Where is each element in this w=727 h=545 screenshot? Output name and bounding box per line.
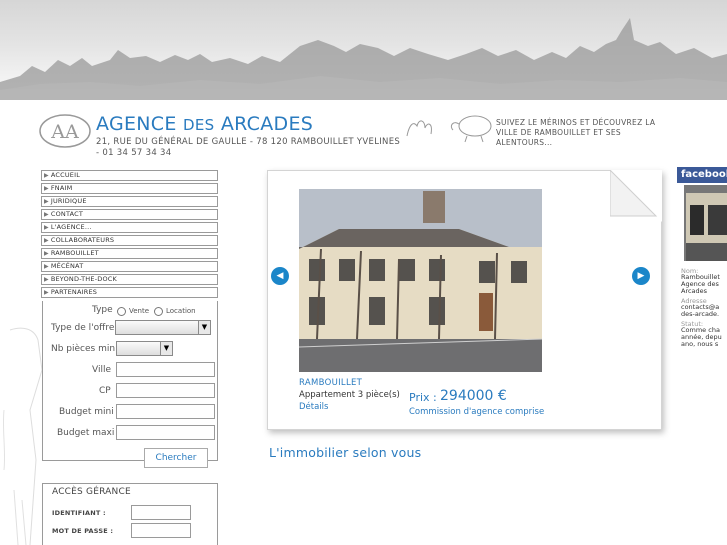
identifiant-input[interactable] [131,505,191,520]
menu-item-beyond-the-dock[interactable]: ▶ BEYOND-THE-DOCK [41,274,218,285]
merinos-link-text[interactable]: SUIVEZ LE MÉRINOS ET DÉCOUVREZ LA VILLE … [496,118,666,148]
facebook-profile-picture[interactable] [684,185,727,261]
cp-input[interactable] [116,383,215,398]
type-label: Type [92,305,113,315]
menu-arrow-icon: ▶ [44,172,49,179]
menu-arrow-icon: ▶ [44,185,49,192]
radio-vente[interactable] [117,307,126,316]
offer-type-select[interactable]: ▼ [115,320,211,335]
menu-arrow-icon: ▶ [44,250,49,257]
menu-arrow-icon: ▶ [44,263,49,270]
radio-vente-label: Vente [129,307,150,315]
budget-max-input[interactable] [116,425,215,440]
prev-arrow-icon[interactable]: ◀ [271,267,289,285]
merinos-sheep-icon [406,115,492,143]
facebook-header: facebook [677,167,727,183]
page-fold-icon [610,170,662,222]
svg-text:AA: AA [50,121,79,143]
budget-min-input[interactable] [116,404,215,419]
menu-item-juridique[interactable]: ▶ JURIDIQUE [41,196,218,207]
next-arrow-icon[interactable]: ▶ [632,267,650,285]
details-link[interactable]: Détails [299,402,328,412]
password-label: MOT DE PASSE : [52,527,114,535]
radio-location-label: Location [166,307,196,315]
budget-min-label: Budget mini [59,407,114,417]
featured-property-card: ◀ ▶ RAMBOUILLET Appartement 3 pièce(s) D… [267,170,662,430]
agency-address: 21, RUE DU GÉNÉRAL DE GAULLE - 78 120 RA… [96,137,401,158]
menu-arrow-icon: ▶ [44,224,49,231]
property-photo[interactable] [299,189,542,372]
property-city: RAMBOUILLET [299,378,363,388]
radio-location[interactable] [154,307,163,316]
arcades-logo-icon: AA [39,114,91,148]
menu-item-accueil[interactable]: ▶ ACCUEIL [41,170,218,181]
city-label: Ville [92,365,111,375]
facebook-widget[interactable]: facebook Nom: Rambouillet Agence des Arc… [677,167,727,367]
skyline-banner [0,0,727,100]
chevron-down-icon: ▼ [160,342,172,355]
menu-item-agence[interactable]: ▶ L'AGENCE... [41,222,218,233]
property-search-form: Type Vente Location Type de l'offre ▼ Nb… [42,301,218,468]
menu-item-contact[interactable]: ▶ CONTACT [41,209,218,220]
rooms-min-select[interactable]: ▼ [116,341,173,356]
skyline-illustration [0,18,727,100]
menu-item-partenaires[interactable]: ▶ PARTENAIRES [41,287,218,298]
menu-item-rambouillet[interactable]: ▶ RAMBOUILLET [41,248,218,259]
city-input[interactable] [116,362,215,377]
fb-name-line-3: Arcades [681,287,708,295]
budget-max-label: Budget maxi [57,428,115,438]
menu-arrow-icon: ▶ [44,276,49,283]
gerance-title: ACCÈS GÉRANCE [52,487,131,497]
fb-address-line-2: des-arcade. [681,310,720,318]
price-label: Prix : [409,391,437,404]
identifiant-label: IDENTIFIANT : [52,509,106,517]
menu-item-mecenat[interactable]: ▶ MÉCÉNAT [41,261,218,272]
main-menu: ▶ ACCUEIL ▶ FNAIM ▶ JURIDIQUE ▶ CONTACT ▶ L'A… [41,170,218,300]
menu-arrow-icon: ▶ [44,211,49,218]
price-value: 294000 € [440,388,507,404]
menu-item-collaborateurs[interactable]: ▶ COLLABORATEURS [41,235,218,246]
menu-arrow-icon: ▶ [44,198,49,205]
property-type: Appartement 3 pièce(s) [299,390,400,400]
menu-item-fnaim[interactable]: ▶ FNAIM [41,183,218,194]
offer-type-label: Type de l'offre [51,323,115,333]
cp-label: CP [99,386,111,396]
password-input[interactable] [131,523,191,538]
fb-status-line-3: ano, nous s [681,340,719,348]
search-button[interactable]: Chercher [144,448,208,468]
commission-note: Commission d'agence comprise [409,407,545,417]
rooms-min-label: Nb pièces min [51,344,116,354]
chevron-down-icon: ▼ [198,321,210,334]
tagline: L'immobilier selon vous [269,445,422,460]
gerance-login-box: ACCÈS GÉRANCE IDENTIFIANT : MOT DE PASSE… [42,483,218,545]
agency-name: AGENCE DES ARCADES [96,113,314,135]
menu-arrow-icon: ▶ [44,237,49,244]
menu-arrow-icon: ▶ [44,289,49,296]
